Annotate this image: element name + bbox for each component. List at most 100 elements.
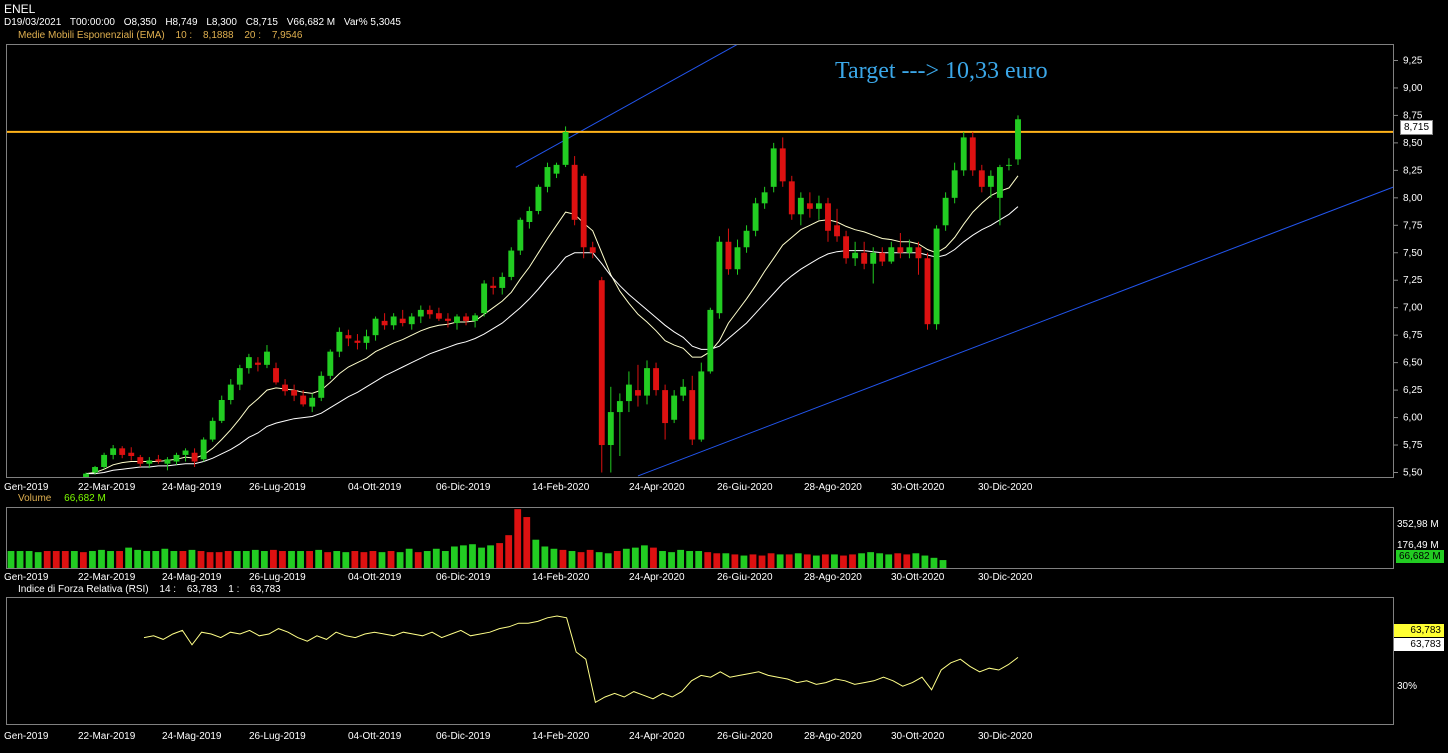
volume-bar-52 — [478, 547, 485, 568]
candle-body-28 — [336, 331, 343, 352]
candle-body-2 — [101, 454, 108, 468]
volume-bar-87 — [794, 553, 802, 568]
volume-layer — [7, 509, 947, 568]
candle-body-56 — [589, 247, 596, 253]
price-tick-label-5: 8,00 — [1403, 193, 1423, 204]
volume-bar-70 — [641, 545, 648, 568]
candle-body-95 — [942, 197, 949, 226]
rsi-x-label-11: 30-Dic-2020 — [978, 731, 1033, 742]
candle-body-57 — [598, 280, 605, 446]
rsi-x-label-0: Gen-2019 — [4, 731, 49, 742]
volume-bar-67 — [613, 551, 621, 568]
rsi-legend-p2: 1 : — [228, 584, 240, 595]
target-annotation: Target ---> 10,33 euro — [835, 58, 1048, 84]
volume-bar-78 — [713, 553, 721, 568]
candle-body-88 — [879, 252, 886, 262]
candle-body-19 — [254, 362, 261, 365]
candle-body-89 — [888, 247, 895, 262]
volume-bar-9 — [89, 551, 96, 568]
volume-bar-54 — [496, 543, 504, 568]
volume-bar-82 — [749, 554, 757, 568]
candle-body-41 — [454, 316, 460, 324]
candle-body-32 — [372, 318, 379, 336]
candle-body-59 — [616, 401, 623, 413]
volume-bar-23 — [215, 552, 223, 568]
volume-x-label-9: 28-Ago-2020 — [804, 572, 862, 583]
candle-body-5 — [128, 452, 135, 457]
volume-bar-59 — [541, 546, 549, 568]
candle-body-76 — [770, 148, 777, 187]
rsi-x-label-6: 14-Feb-2020 — [532, 731, 590, 742]
volume-bar-66 — [604, 553, 612, 568]
volume-x-label-8: 26-Giu-2020 — [717, 572, 773, 583]
candle-body-54 — [571, 164, 578, 220]
candle-body-69 — [707, 309, 714, 372]
volume-bar-3 — [34, 552, 42, 568]
candle-body-75 — [761, 192, 768, 204]
candle-body-78 — [788, 181, 795, 215]
price-tick-label-4: 8,25 — [1403, 165, 1423, 176]
candle-body-85 — [852, 252, 859, 259]
candle-body-44 — [481, 283, 488, 314]
volume-bar-72 — [659, 551, 666, 568]
ema10-line — [85, 175, 1019, 475]
chart-canvas[interactable]: 9,259,008,758,508,258,007,757,507,257,00… — [0, 0, 1448, 753]
candle-body-13 — [200, 439, 207, 460]
volume-bar-68 — [622, 548, 630, 568]
volume-bar-25 — [233, 551, 241, 568]
price-tick-label-10: 6,75 — [1403, 330, 1423, 341]
candle-body-30 — [354, 340, 361, 343]
price-tag: 8,715 — [1400, 120, 1434, 135]
price-tick-label-15: 5,50 — [1403, 468, 1423, 479]
candle-body-1 — [92, 467, 98, 473]
volume-x-label-5: 06-Dic-2019 — [436, 572, 491, 583]
candle-body-80 — [806, 203, 813, 209]
volume-bar-79 — [722, 553, 730, 568]
volume-bar-36 — [333, 551, 341, 568]
volume-bar-21 — [197, 551, 205, 568]
volume-x-label-6: 14-Feb-2020 — [532, 572, 590, 583]
price-tick-label-12: 6,25 — [1403, 385, 1423, 396]
price-tick-label-0: 9,25 — [1403, 55, 1423, 66]
candle-body-6 — [137, 457, 144, 464]
volume-x-label-1: 22-Mar-2019 — [78, 572, 136, 583]
candle-body-97 — [960, 137, 967, 171]
candle-body-37 — [417, 309, 424, 317]
candle-body-81 — [815, 203, 822, 209]
volume-bar-35 — [324, 552, 332, 568]
candle-body-36 — [408, 316, 415, 325]
candle-body-65 — [671, 395, 678, 420]
candle-body-71 — [725, 241, 732, 270]
candle-body-4 — [119, 448, 126, 455]
volume-bar-18 — [170, 551, 178, 568]
volume-bar-15 — [143, 551, 151, 568]
candle-body-90 — [897, 247, 904, 253]
volume-bar-30 — [279, 551, 286, 568]
price-x-label-8: 26-Giu-2020 — [717, 482, 773, 493]
candle-body-31 — [363, 336, 370, 343]
price-tick-label-1: 9,00 — [1403, 83, 1423, 94]
volume-bar-96 — [876, 553, 884, 568]
candle-body-16 — [227, 384, 234, 400]
lower-trendline — [637, 186, 1393, 477]
volume-bar-22 — [206, 552, 214, 568]
volume-bar-53 — [487, 545, 494, 568]
price-tick-label-11: 6,50 — [1403, 358, 1423, 369]
candle-body-83 — [834, 225, 840, 237]
volume-bar-61 — [559, 549, 567, 568]
candle-body-29 — [345, 335, 352, 339]
volume-bar-14 — [134, 549, 142, 568]
volume-bar-55 — [505, 535, 513, 568]
candle-body-74 — [752, 203, 759, 231]
candle-body-43 — [472, 315, 479, 321]
volume-bar-71 — [650, 547, 657, 568]
candle-body-55 — [580, 175, 587, 248]
volume-bar-64 — [586, 549, 594, 568]
volume-bar-1 — [16, 551, 24, 568]
volume-bar-13 — [125, 547, 133, 568]
candle-body-24 — [300, 395, 307, 405]
volume-bar-100 — [912, 553, 920, 568]
candle-body-50 — [535, 186, 542, 212]
rsi-x-label-3: 26-Lug-2019 — [249, 731, 306, 742]
volume-bar-47 — [432, 548, 440, 568]
